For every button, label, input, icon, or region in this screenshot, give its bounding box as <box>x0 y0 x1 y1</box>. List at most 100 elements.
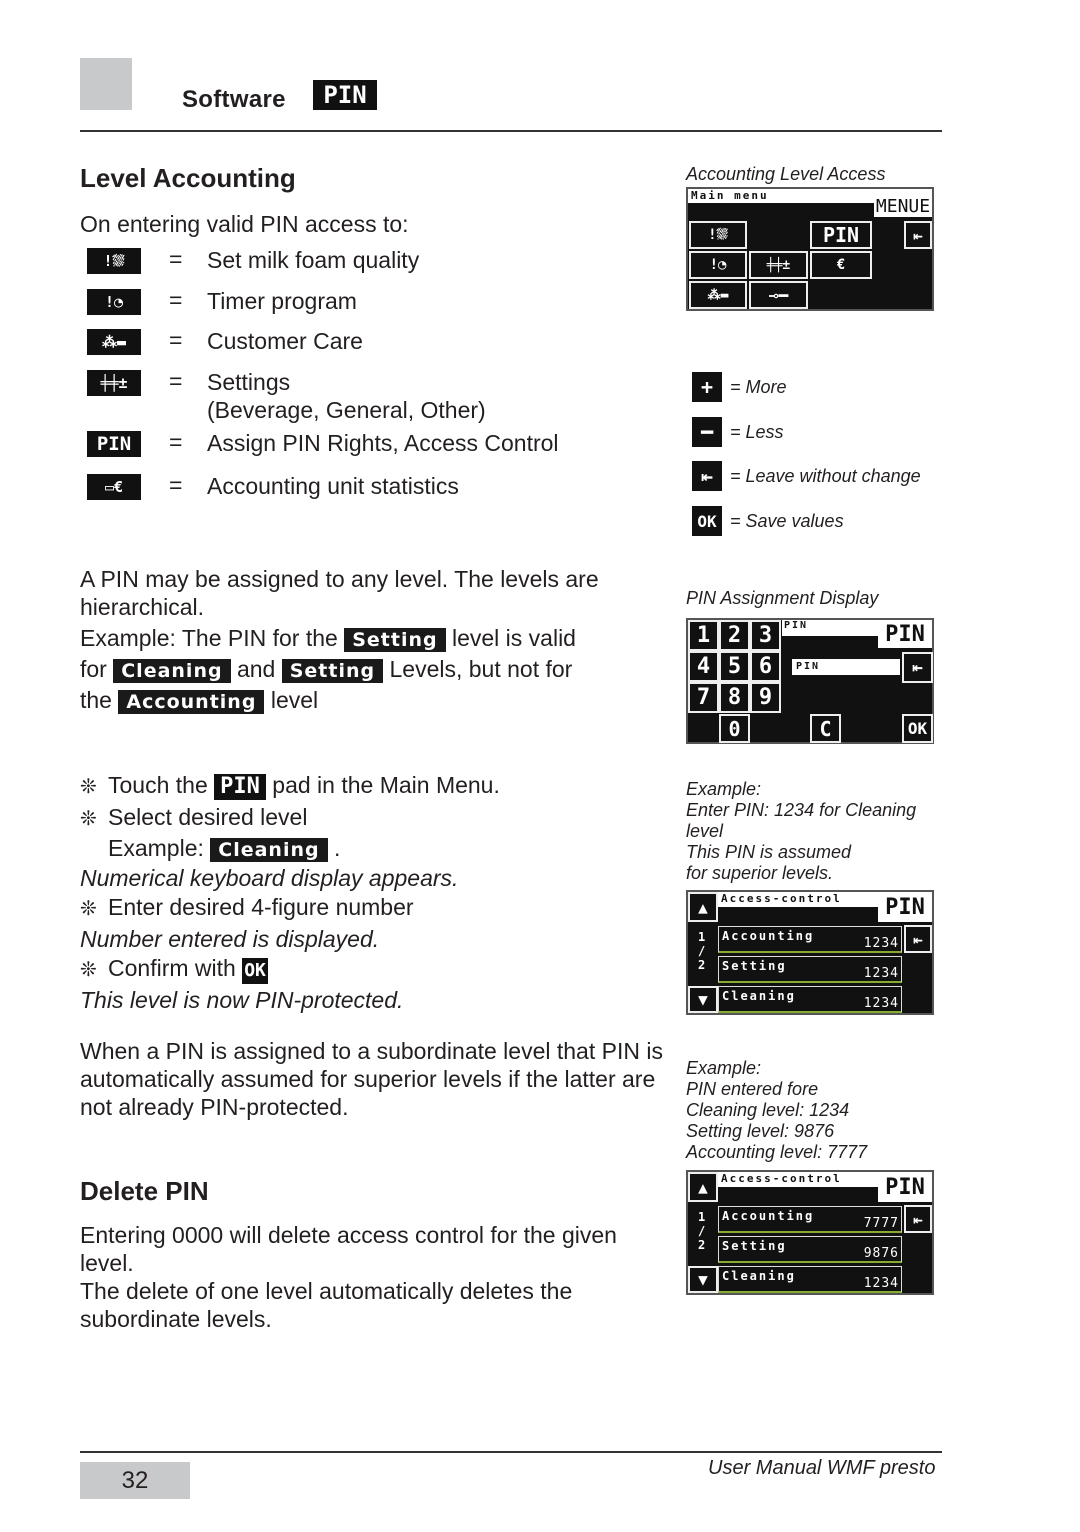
level-name: Accounting <box>722 929 815 943</box>
text: Select desired level <box>108 803 308 830</box>
legend-item: ⇤ = Leave without change <box>692 461 921 491</box>
key-3[interactable]: 3 <box>750 620 781 651</box>
scroll-down-button[interactable]: ▼ <box>688 1266 718 1293</box>
icon-desc-sub: (Beverage, General, Other) <box>207 397 486 423</box>
minus-icon: ━ <box>692 417 722 447</box>
caption-line: Cleaning level: 1234 <box>686 1100 850 1120</box>
hierarchy-paragraph: A PIN may be assigned to any level. The … <box>80 565 599 714</box>
access-row-setting[interactable]: Setting 1234 <box>718 956 902 983</box>
equals: = <box>169 327 183 353</box>
pin-tab: PIN <box>878 1172 932 1202</box>
leave-button[interactable]: ⇤ <box>904 925 932 953</box>
level-pin: 9876 <box>863 1246 899 1261</box>
caption-line: Setting level: 9876 <box>686 1121 835 1141</box>
scroll-down-button[interactable]: ▼ <box>688 986 718 1013</box>
customer-care-button[interactable]: ⁂▬ <box>689 281 747 309</box>
access-row-accounting[interactable]: Accounting 1234 <box>718 926 902 953</box>
text: the <box>80 687 112 713</box>
text: level is valid <box>451 625 576 651</box>
key-2[interactable]: 2 <box>719 620 750 651</box>
accounting-icon: ▭€ <box>87 474 141 500</box>
key-4[interactable]: 4 <box>688 651 719 682</box>
legend-text: = More <box>730 376 787 397</box>
key-8[interactable]: 8 <box>719 682 750 713</box>
access-row-accounting[interactable]: Accounting 7777 <box>718 1206 902 1233</box>
step: ❊ Touch the PIN pad in the Main Menu. <box>80 771 500 803</box>
page-indicator-top: 1 <box>698 1210 708 1224</box>
example-line: for Cleaning and Setting Levels, but not… <box>80 655 599 683</box>
caption-line: Example: <box>686 779 762 799</box>
level-accounting-heading: Level Accounting <box>80 163 296 193</box>
pin-button[interactable]: PIN <box>810 221 872 249</box>
level-pin: 7777 <box>863 1216 899 1231</box>
leave-button[interactable]: ⇤ <box>902 652 933 683</box>
access-title: Access-control <box>721 1172 842 1185</box>
legend-item: OK = Save values <box>692 506 844 536</box>
text: Touch the <box>108 772 208 798</box>
level-pin: 1234 <box>863 996 899 1011</box>
step-result: Numerical keyboard display appears. <box>80 864 459 891</box>
leave-button[interactable]: ⇤ <box>904 221 932 249</box>
para-line: hierarchical. <box>80 594 204 620</box>
leave-icon: ⇤ <box>692 461 722 491</box>
equals: = <box>169 246 183 272</box>
key-1[interactable]: 1 <box>688 620 719 651</box>
main-menu-title: Main menu <box>691 189 769 202</box>
intro-text: On entering valid PIN access to: <box>80 211 409 237</box>
scroll-up-button[interactable]: ▲ <box>688 892 718 922</box>
text: . <box>334 835 341 861</box>
caption-line: Example: <box>686 1058 762 1078</box>
milk-foam-button[interactable]: !⛆ <box>689 221 747 249</box>
page-indicator-sep: / <box>698 944 708 958</box>
delete-paragraph: Entering 0000 will delete access control… <box>80 1221 617 1333</box>
ok-button[interactable]: OK <box>902 714 933 743</box>
level-name: Cleaning <box>722 989 796 1003</box>
key-7[interactable]: 7 <box>688 682 719 713</box>
key-button[interactable]: ⊸━ <box>749 281 808 309</box>
para-line: When a PIN is assigned to a subordinate … <box>80 1038 663 1064</box>
milk-foam-icon: !⛆ <box>87 248 141 274</box>
key-9[interactable]: 9 <box>750 682 781 713</box>
ok-icon: OK <box>692 506 722 536</box>
access-row-cleaning[interactable]: Cleaning 1234 <box>718 986 902 1013</box>
clear-button[interactable]: C <box>810 714 841 743</box>
pin-badge: PIN <box>313 80 377 110</box>
access-row-cleaning[interactable]: Cleaning 1234 <box>718 1266 902 1293</box>
icon-list-item: !◔ = Timer program <box>87 287 357 315</box>
legend-text: = Leave without change <box>730 465 921 486</box>
caption-line: PIN entered fore <box>686 1079 819 1099</box>
access-row-setting[interactable]: Setting 9876 <box>718 1236 902 1263</box>
icon-list-item: ╪╪± = Settings (Beverage, General, Other… <box>87 368 486 423</box>
keypad-title: PIN <box>784 620 809 631</box>
accounting-button[interactable]: € <box>810 251 872 279</box>
icon-list-item: ▭€ = Accounting unit statistics <box>87 472 459 500</box>
text: Example: The PIN for the <box>80 625 338 651</box>
main-menu-screen: Main menu MENUE !⛆ PIN ⇤ !◔ ╪╪± € ⁂▬ ⊸━ <box>686 187 934 311</box>
bullet-icon: ❊ <box>80 898 97 920</box>
subordinate-paragraph: When a PIN is assigned to a subordinate … <box>80 1037 663 1121</box>
key-0[interactable]: 0 <box>719 714 750 743</box>
settings-button[interactable]: ╪╪± <box>749 251 808 279</box>
step-result: This level is now PIN-protected. <box>80 986 404 1013</box>
key-6[interactable]: 6 <box>750 651 781 682</box>
caption-line: Enter PIN: 1234 for Cleaning <box>686 800 917 820</box>
pin-input[interactable]: PIN <box>792 659 900 675</box>
leave-button[interactable]: ⇤ <box>904 1205 932 1233</box>
key-5[interactable]: 5 <box>719 651 750 682</box>
timer-button[interactable]: !◔ <box>689 251 747 279</box>
page-indicator-top: 1 <box>698 930 708 944</box>
equals: = <box>169 368 183 394</box>
step: ❊ Enter desired 4-figure number <box>80 893 500 925</box>
scroll-up-button[interactable]: ▲ <box>688 1172 718 1202</box>
equals: = <box>169 287 183 313</box>
header-rule <box>80 130 942 132</box>
pin-assignment-screen: 1 2 3 4 5 6 7 8 9 0 C OK PIN PIN PIN ⇤ <box>686 618 934 744</box>
steps-list: ❊ Touch the PIN pad in the Main Menu. ❊ Se… <box>80 771 500 1015</box>
para-line: not already PIN-protected. <box>80 1094 349 1120</box>
caption-line: This PIN is assumed <box>686 842 852 862</box>
cleaning-label: Cleaning <box>210 838 328 862</box>
section-marker <box>80 58 132 110</box>
text: Levels, but not for <box>389 656 573 682</box>
level-pin: 1234 <box>863 1276 899 1291</box>
setting-label: Setting <box>344 628 446 652</box>
